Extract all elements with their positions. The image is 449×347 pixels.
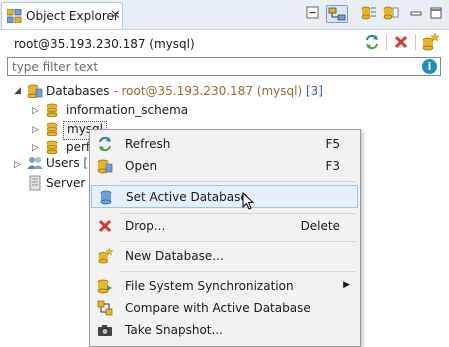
maximize-icon: [430, 7, 442, 19]
menu-item-take-snapshot[interactable]: Take Snapshot...: [91, 319, 358, 341]
database-active-icon: [100, 190, 112, 205]
menu-label: Refresh: [125, 137, 171, 151]
filter-input[interactable]: [12, 59, 412, 74]
close-icon[interactable]: ✕: [110, 8, 121, 23]
new-database-icon: [98, 248, 113, 264]
open-database-icon: [97, 159, 113, 174]
context-menu: Refresh F5 Open F3 Set Active Database D…: [89, 129, 361, 347]
disconnect-button[interactable]: [393, 34, 409, 50]
menu-item-drop[interactable]: Drop... Delete: [91, 215, 358, 237]
link-with-editor-button[interactable]: [326, 5, 348, 23]
view-tab-bar: Object Explorer ✕: [0, 0, 449, 30]
expand-arrow-icon[interactable]: ◢: [14, 86, 21, 96]
collapsed-arrow-icon[interactable]: ▷: [14, 160, 21, 170]
tab-object-explorer[interactable]: Object Explorer ✕: [1, 2, 123, 29]
menu-label: Set Active Database: [126, 190, 248, 204]
database-label: information_schema: [66, 103, 189, 117]
server-label: Server: [46, 176, 86, 190]
refresh-connection-button[interactable]: [364, 34, 380, 50]
menu-label: Compare with Active Database: [125, 301, 311, 315]
refresh-icon: [99, 136, 111, 152]
collapsed-arrow-icon[interactable]: ▷: [32, 143, 39, 153]
info-icon[interactable]: i: [422, 59, 437, 74]
database-icon: [46, 122, 58, 136]
sync-icon: [97, 279, 112, 294]
toolbar-divider: [415, 34, 416, 50]
refresh-icon: [366, 34, 378, 50]
minimize-button[interactable]: [408, 5, 428, 23]
server-icon: [29, 175, 41, 191]
link-editor-icon: [328, 7, 346, 21]
delete-x-icon: [98, 219, 112, 233]
menu-label: Take Snapshot...: [125, 323, 223, 337]
camera-icon: [98, 325, 112, 336]
menu-label: File System Synchronization: [125, 279, 294, 293]
delete-x-icon: [394, 35, 408, 49]
databases-connection-detail: - root@35.193.230.187 (mysql): [109, 84, 303, 98]
databases-count: [3]: [302, 84, 323, 98]
collapsed-arrow-icon[interactable]: ▷: [32, 125, 39, 135]
filter-db-icon: [361, 6, 376, 20]
menu-item-new-database[interactable]: New Database...: [91, 245, 358, 267]
submenu-arrow-icon: ▶: [343, 280, 350, 290]
menu-separator: [120, 213, 356, 214]
tab-title: Object Explorer: [26, 9, 119, 23]
menu-item-compare-with-active-database[interactable]: Compare with Active Database: [91, 297, 358, 319]
databases-folder-icon: [27, 84, 43, 98]
maximize-button[interactable]: [428, 5, 448, 23]
shortcut-label: F3: [325, 159, 340, 173]
minimize-icon: [410, 11, 422, 16]
menu-label: Drop...: [125, 219, 166, 233]
mouse-cursor-icon: [242, 192, 255, 210]
tree-item-information-schema[interactable]: information_schema: [66, 103, 188, 121]
new-database-icon: [422, 32, 440, 51]
tree-item-server[interactable]: Server: [46, 176, 85, 194]
users-icon: [27, 157, 43, 169]
toolbar-divider: [386, 34, 387, 50]
menu-label: Open: [125, 159, 158, 173]
menu-item-set-active-database[interactable]: Set Active Database: [91, 185, 358, 210]
filter-box: i: [7, 57, 441, 76]
db-grid-icon: [383, 6, 399, 20]
collapse-all-icon: [306, 6, 319, 19]
shortcut-label: F5: [325, 137, 340, 151]
object-explorer-icon: [7, 9, 22, 23]
menu-label: New Database...: [125, 249, 224, 263]
databases-label: Databases: [46, 84, 110, 98]
menu-item-refresh[interactable]: Refresh F5: [91, 133, 358, 155]
menu-separator: [120, 271, 356, 272]
compare-icon: [97, 300, 113, 316]
collapsed-arrow-icon[interactable]: ▷: [32, 106, 39, 116]
menu-separator: [120, 181, 356, 182]
menu-item-open[interactable]: Open F3: [91, 155, 358, 177]
menu-item-file-system-synchronization[interactable]: File System Synchronization ▶: [91, 275, 358, 297]
collapse-all-button[interactable]: [304, 5, 324, 23]
new-database-button[interactable]: [421, 32, 440, 51]
filter-settings-button[interactable]: [360, 5, 380, 23]
shortcut-label: Delete: [300, 219, 340, 233]
users-label: Users: [46, 156, 80, 170]
view-options-button[interactable]: [382, 5, 402, 23]
database-icon: [46, 140, 58, 154]
connection-label: root@35.193.230.187 (mysql): [14, 37, 195, 51]
tree-item-databases[interactable]: Databases - root@35.193.230.187 (mysql) …: [46, 84, 323, 102]
menu-separator: [120, 241, 356, 242]
database-icon: [46, 103, 58, 117]
